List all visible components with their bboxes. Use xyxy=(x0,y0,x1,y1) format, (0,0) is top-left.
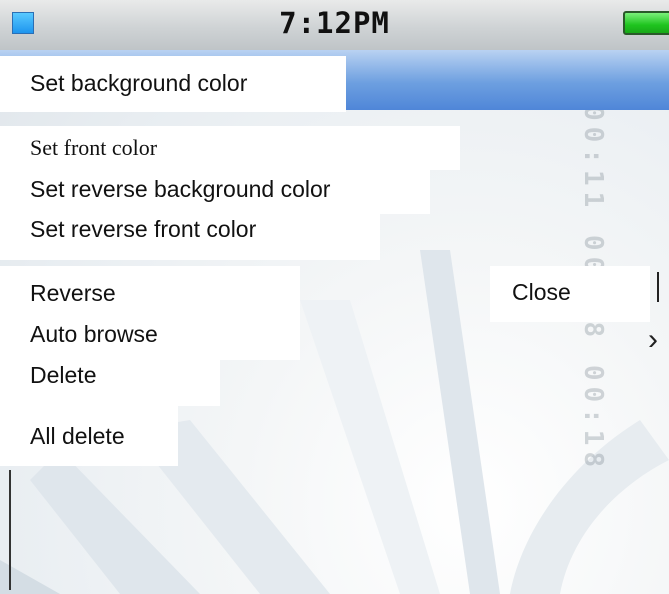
menu-item-set-reverse-background-color[interactable]: Set reverse background color xyxy=(0,170,430,214)
watermark-text: 00:11 00:18 00:18 xyxy=(578,105,608,474)
left-edge-line xyxy=(9,470,11,590)
submenu-close-label: Close xyxy=(512,279,571,305)
menu-item-set-front-color[interactable]: Set front color xyxy=(0,126,460,170)
device-screen: 00:11 00:18 00:18 7:12PM Set background … xyxy=(0,0,669,594)
chevron-right-icon[interactable]: › xyxy=(648,323,658,357)
clock-time: 7:12PM xyxy=(279,6,390,40)
menu-item-label: Delete xyxy=(30,362,97,388)
menu-item-label: Set front color xyxy=(30,135,158,160)
menu-item-label: Reverse xyxy=(30,280,116,306)
menu-item-all-delete[interactable]: All delete xyxy=(0,406,178,466)
menu-item-label: All delete xyxy=(30,423,125,449)
menu-item-label: Set background color xyxy=(30,70,248,96)
menu-item-label: Set reverse background color xyxy=(30,176,331,202)
menu-item-set-reverse-front-color[interactable]: Set reverse front color xyxy=(0,214,380,260)
menu-item-label: Set reverse front color xyxy=(30,216,257,242)
menu-item-label: Auto browse xyxy=(30,321,158,347)
menu-item-reverse[interactable]: Reverse xyxy=(0,266,300,318)
menu-item-auto-browse[interactable]: Auto browse xyxy=(0,318,300,360)
submenu-close-option[interactable]: Close xyxy=(490,266,650,322)
scroll-indicator xyxy=(657,272,659,302)
battery-icon xyxy=(623,11,669,35)
menu-item-delete[interactable]: Delete xyxy=(0,360,220,406)
menu-item-set-background-color[interactable]: Set background color xyxy=(0,56,346,112)
status-bar: 7:12PM xyxy=(0,0,669,50)
